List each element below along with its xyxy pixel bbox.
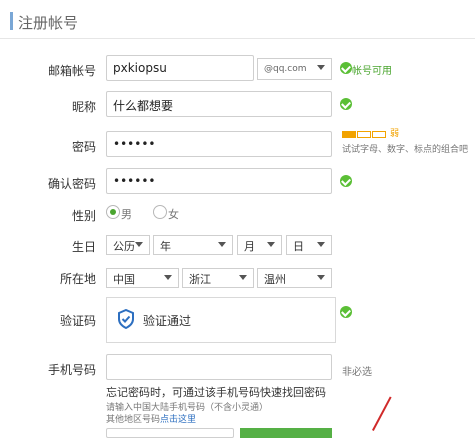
- chevron-down-icon: [317, 275, 325, 280]
- country-select[interactable]: 中国: [106, 268, 179, 288]
- password-strength-bar-3: [372, 131, 386, 138]
- phone-note-2-text: 其他地区号码: [106, 415, 161, 425]
- header-accent-bar: [10, 12, 13, 30]
- phone-note-2-link[interactable]: 点击这里: [160, 415, 196, 425]
- phone-tip: 忘记密码时，可通过该手机号码快速找回密码: [106, 386, 326, 399]
- password-strength-bar-2: [357, 131, 371, 138]
- gender-male-radio[interactable]: [106, 205, 120, 219]
- email-input[interactable]: pxkiopsu: [106, 55, 254, 81]
- calendar-type-select[interactable]: 公历: [106, 235, 150, 255]
- chevron-down-icon: [317, 65, 325, 70]
- page-title: 注册帐号: [18, 14, 79, 32]
- birthday-label: 生日: [71, 240, 96, 254]
- password-strength-label: 弱: [390, 129, 400, 139]
- province-select[interactable]: 浙江: [182, 268, 254, 288]
- chevron-down-icon: [218, 242, 226, 247]
- country-value: 中国: [113, 273, 135, 286]
- gender-female-label: 女: [168, 208, 179, 221]
- nickname-input[interactable]: 什么都想要: [106, 91, 332, 117]
- check-icon: [340, 98, 352, 110]
- city-value: 温州: [264, 273, 286, 286]
- header-divider: [0, 38, 475, 39]
- gender-male-label: 男: [121, 208, 132, 221]
- birth-month-value: 月: [244, 240, 255, 253]
- password-hint: 试试字母、数字、标点的组合吧: [342, 145, 469, 155]
- captcha-label: 验证码: [59, 314, 96, 328]
- password-input[interactable]: ••••••: [106, 131, 332, 157]
- check-icon: [340, 175, 352, 187]
- gender-female-radio[interactable]: [153, 205, 167, 219]
- birth-day-value: 日: [293, 240, 304, 253]
- email-label: 邮箱帐号: [47, 64, 96, 78]
- city-select[interactable]: 温州: [257, 268, 332, 288]
- sms-code-input[interactable]: [106, 428, 234, 438]
- nickname-label: 昵称: [71, 100, 96, 114]
- location-label: 所在地: [59, 272, 96, 286]
- chevron-down-icon: [317, 242, 325, 247]
- birth-year-select[interactable]: 年: [153, 235, 233, 255]
- password-label: 密码: [71, 140, 96, 154]
- calendar-type-value: 公历: [113, 240, 135, 253]
- birth-month-select[interactable]: 月: [237, 235, 282, 255]
- captcha-status: 验证通过: [143, 314, 192, 328]
- shield-icon: [118, 309, 134, 329]
- captcha-box[interactable]: 验证通过: [106, 297, 336, 343]
- phone-note-2: 其他地区号码点击这里: [106, 412, 196, 425]
- phone-label: 手机号码: [47, 363, 96, 377]
- submit-button[interactable]: [240, 428, 332, 438]
- confirm-password-input[interactable]: ••••••: [106, 168, 332, 194]
- phone-optional: 非必选: [342, 367, 372, 378]
- email-domain-value: @qq.com: [264, 64, 307, 74]
- gender-label: 性别: [71, 209, 96, 223]
- confirm-password-label: 确认密码: [47, 177, 96, 191]
- check-icon: [340, 306, 352, 318]
- password-strength-bar-1: [342, 131, 356, 138]
- email-domain-select[interactable]: @qq.com: [257, 58, 332, 80]
- page-header: 注册帐号: [0, 0, 475, 40]
- email-status: 帐号可用: [352, 66, 392, 77]
- chevron-down-icon: [239, 275, 247, 280]
- chevron-down-icon: [135, 242, 143, 247]
- annotation-arrow: [372, 396, 392, 431]
- birth-year-value: 年: [160, 240, 171, 253]
- province-value: 浙江: [189, 273, 211, 286]
- check-icon: [340, 62, 352, 74]
- chevron-down-icon: [267, 242, 275, 247]
- phone-input[interactable]: [106, 354, 332, 380]
- birth-day-select[interactable]: 日: [286, 235, 332, 255]
- chevron-down-icon: [164, 275, 172, 280]
